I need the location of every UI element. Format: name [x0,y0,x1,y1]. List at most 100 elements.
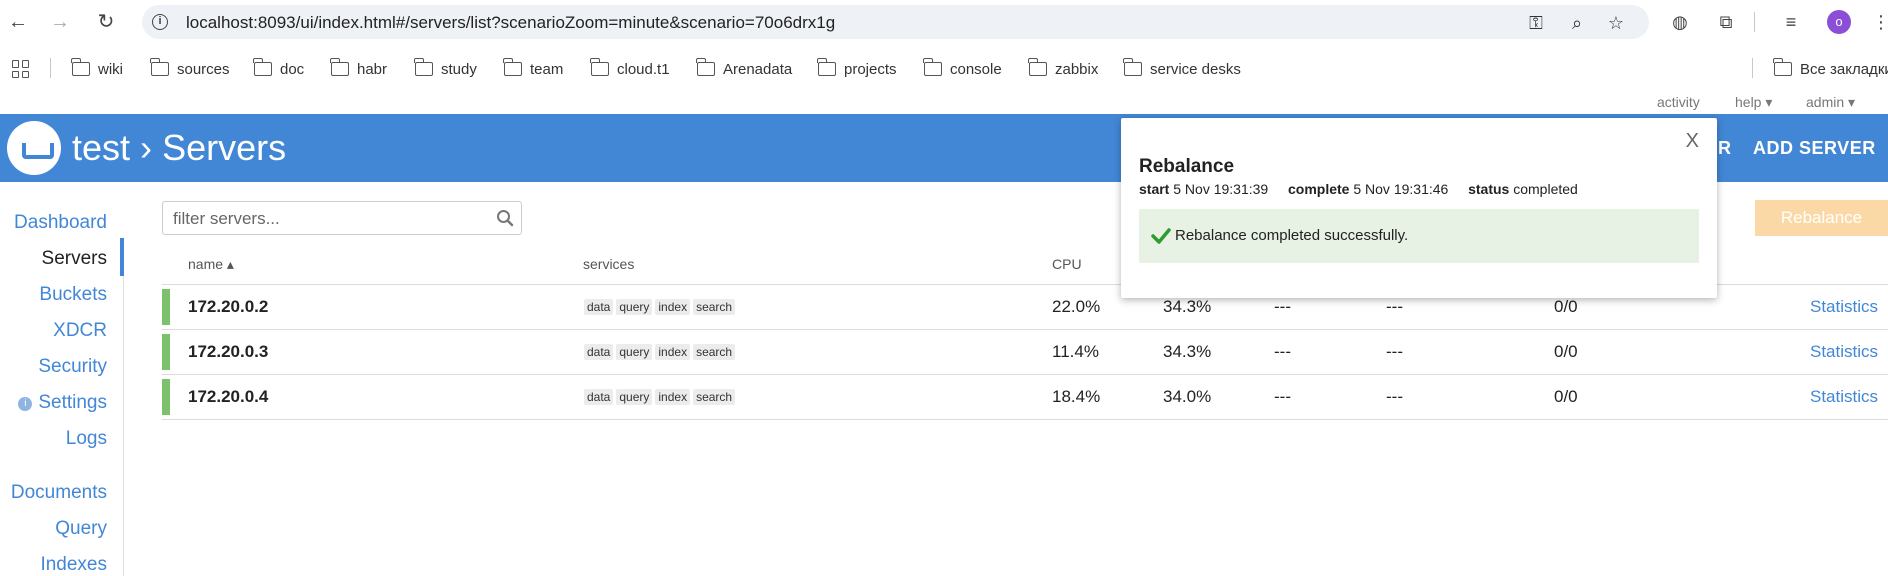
folder-icon [923,58,942,76]
zoom-icon[interactable]: ⌕ [1566,12,1588,34]
activity-link[interactable]: activity [1657,94,1700,110]
column-value: --- [1386,297,1403,316]
close-button[interactable]: X [1686,130,1699,153]
bookmark-folder[interactable]: habr [330,58,387,80]
server-name[interactable]: 172.20.0.3 [188,342,268,362]
column-header-cpu[interactable]: CPU [1052,256,1082,272]
bookmarks-divider [1752,58,1753,78]
browser-menu-icon[interactable]: ⋮ [1869,10,1888,34]
checkmark-icon [1151,228,1171,244]
column-header-name[interactable]: name ▴ [188,256,234,273]
column-header-services[interactable]: services [583,256,634,272]
service-tag: search [693,389,736,405]
table-row[interactable]: 172.20.0.3 data query index search 11.4%… [162,330,1888,375]
sidebar-item-servers[interactable]: Servers [42,248,107,270]
header-button-partial[interactable]: R [1718,138,1732,159]
sidebar-item-documents[interactable]: Documents [11,482,107,504]
bookmark-folder[interactable]: projects [817,58,897,80]
reload-icon[interactable]: ↻ [94,10,118,34]
rebalance-details: start 5 Nov 19:31:39 complete 5 Nov 19:3… [1139,181,1578,197]
bookmark-folder[interactable]: doc [253,58,305,80]
bookmark-folder[interactable]: service desks [1123,58,1241,80]
service-tag: index [655,299,691,315]
table-row[interactable]: 172.20.0.4 data query index search 18.4%… [162,375,1888,420]
toolbar-divider [1754,12,1755,32]
rebalance-button[interactable]: Rebalance [1755,200,1888,236]
statistics-link[interactable]: Statistics [1810,342,1878,362]
couchbase-logo-icon[interactable] [7,121,61,175]
statistics-link[interactable]: Statistics [1810,387,1878,407]
bookmarks-bar: wiki sources doc habr study team cloud.t… [0,52,1888,84]
sidebar-active-indicator [120,238,124,276]
ram-value: 34.3% [1163,297,1212,316]
forward-icon[interactable]: → [48,10,72,34]
bookmark-label: console [950,60,1002,78]
items-value: 0/0 [1554,387,1578,406]
bookmark-folder[interactable]: Arenadata [696,58,792,80]
filter-servers-input[interactable] [173,208,473,230]
site-info-icon[interactable]: i [152,14,168,30]
bookmark-star-icon[interactable]: ☆ [1605,12,1627,34]
bookmark-label: cloud.t1 [617,60,670,78]
media-queue-icon[interactable]: ≡ [1779,10,1803,34]
ram-value: 34.3% [1163,342,1212,361]
translate-icon[interactable]: ◍ [1668,10,1692,34]
cpu-value: 18.4% [1052,387,1101,406]
services-tags: data query index search [584,344,736,360]
sidebar-item-buckets[interactable]: Buckets [39,284,107,306]
server-name[interactable]: 172.20.0.4 [188,387,268,407]
info-icon: i [18,397,33,411]
sidebar-item-logs[interactable]: Logs [66,428,107,450]
service-tag: query [616,389,653,405]
service-tag: data [584,299,614,315]
add-server-button[interactable]: ADD SERVER [1753,138,1876,159]
service-tag: search [693,344,736,360]
profile-avatar[interactable]: o [1827,10,1851,34]
bookmark-folder[interactable]: team [503,58,563,80]
sidebar-item-xdcr[interactable]: XDCR [53,320,107,342]
admin-menu[interactable]: admin ▾ [1806,94,1855,111]
folder-icon [330,58,349,76]
server-health-indicator [162,379,170,415]
help-menu[interactable]: help ▾ [1735,94,1772,111]
column-value: --- [1274,297,1291,316]
popup-title: Rebalance [1139,156,1235,177]
statistics-link[interactable]: Statistics [1810,297,1878,317]
sidebar-item-label: Settings [38,392,107,413]
sidebar-item-query[interactable]: Query [55,518,107,540]
sidebar-item-indexes[interactable]: Indexes [40,554,107,576]
server-health-indicator [162,334,170,370]
filter-servers-box [162,201,522,235]
rebalance-popup: X Rebalance start 5 Nov 19:31:39 complet… [1121,118,1717,298]
bookmark-folder[interactable]: study [414,58,477,80]
bookmark-folder[interactable]: console [923,58,1002,80]
url-text[interactable]: localhost:8093/ui/index.html#/servers/li… [186,13,835,33]
sidebar-item-security[interactable]: Security [38,356,107,378]
extensions-icon[interactable]: ⧉ [1714,10,1738,34]
server-health-indicator [162,289,170,325]
complete-label: complete [1288,181,1350,197]
column-value: --- [1386,342,1403,361]
bookmark-folder[interactable]: wiki [71,58,123,80]
folder-icon [71,58,90,76]
section-name: Servers [162,127,287,168]
cpu-value: 22.0% [1052,297,1101,316]
bookmark-folder[interactable]: zabbix [1028,58,1098,80]
bookmark-label: doc [280,60,305,78]
status-value: completed [1513,181,1578,197]
search-icon[interactable] [495,208,515,228]
bookmark-label: service desks [1150,60,1241,78]
all-bookmarks-folder[interactable]: Все закладки [1773,58,1888,80]
bookmark-folder[interactable]: sources [150,58,230,80]
bookmark-folder[interactable]: cloud.t1 [590,58,670,80]
password-key-icon[interactable]: ⚿ [1525,12,1547,34]
bucket-name[interactable]: test [72,127,130,168]
folder-icon [590,58,609,76]
server-name[interactable]: 172.20.0.2 [188,297,268,317]
sidebar-item-dashboard[interactable]: Dashboard [14,212,107,234]
address-bar[interactable]: i localhost:8093/ui/index.html#/servers/… [142,5,1649,39]
complete-value: 5 Nov 19:31:46 [1353,181,1449,197]
back-icon[interactable]: ← [6,10,30,34]
sidebar-item-settings[interactable]: i Settings [18,392,107,414]
success-alert: Rebalance completed successfully. [1139,209,1699,263]
